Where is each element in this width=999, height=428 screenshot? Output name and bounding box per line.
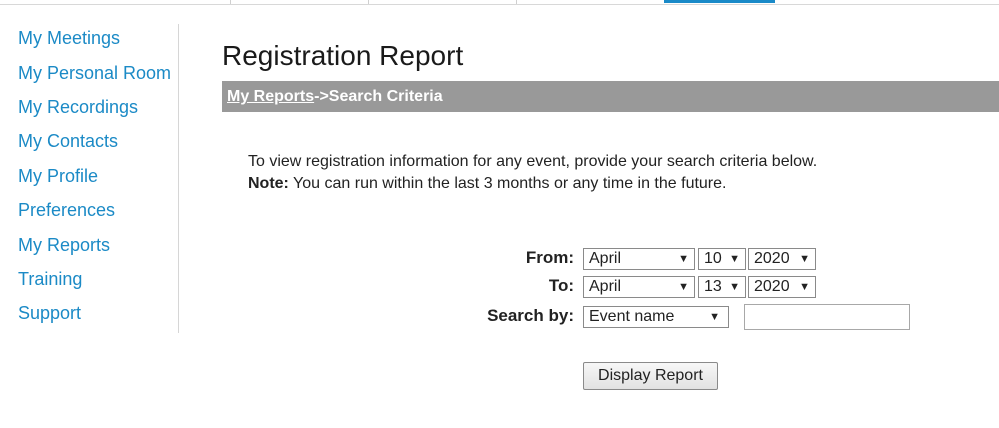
sidebar-item-support[interactable]: Support xyxy=(18,303,81,324)
display-report-button[interactable]: Display Report xyxy=(583,362,718,390)
breadcrumb-link-my-reports[interactable]: My Reports xyxy=(227,88,314,105)
from-month-value: April xyxy=(589,250,622,267)
sidebar-nav: My Meetings My Personal Room My Recordin… xyxy=(0,24,179,333)
breadcrumb-separator: -> xyxy=(314,88,329,105)
from-label: From: xyxy=(525,248,574,267)
sidebar-item-my-profile[interactable]: My Profile xyxy=(18,166,98,187)
page-title: Registration Report xyxy=(222,40,464,71)
from-day-select[interactable]: 10 ▼ xyxy=(698,248,746,270)
dropdown-arrow-icon: ▼ xyxy=(799,253,810,265)
sidebar-item-my-reports[interactable]: My Reports xyxy=(18,235,110,256)
to-month-value: April xyxy=(589,278,622,295)
to-year-select[interactable]: 2020 ▼ xyxy=(748,276,816,298)
sidebar-item-my-recordings[interactable]: My Recordings xyxy=(18,97,138,118)
dropdown-arrow-icon: ▼ xyxy=(678,281,689,293)
note-text: You can run within the last 3 months or … xyxy=(288,175,727,192)
tab-divider xyxy=(230,0,231,4)
intro-text: To view registration information for any… xyxy=(248,151,817,195)
breadcrumb: My Reports->Search Criteria xyxy=(222,81,999,112)
sidebar-item-preferences[interactable]: Preferences xyxy=(18,200,115,221)
top-tab-strip xyxy=(0,0,999,5)
note-line: Note: You can run within the last 3 mont… xyxy=(248,173,817,195)
dropdown-arrow-icon: ▼ xyxy=(709,311,720,323)
sidebar-item-my-personal-room[interactable]: My Personal Room xyxy=(18,63,171,84)
intro-line: To view registration information for any… xyxy=(248,153,818,170)
search-by-label: Search by: xyxy=(487,306,574,325)
from-month-select[interactable]: April ▼ xyxy=(583,248,695,270)
breadcrumb-current: Search Criteria xyxy=(328,88,443,105)
tab-divider xyxy=(516,0,517,4)
to-label: To: xyxy=(548,276,574,295)
note-label: Note: xyxy=(248,175,289,192)
tab-divider xyxy=(368,0,369,4)
active-tab-indicator[interactable] xyxy=(664,0,775,3)
dropdown-arrow-icon: ▼ xyxy=(678,253,689,265)
to-year-value: 2020 xyxy=(754,278,790,295)
to-day-select[interactable]: 13 ▼ xyxy=(698,276,746,298)
dropdown-arrow-icon: ▼ xyxy=(729,281,740,293)
search-value-input[interactable] xyxy=(744,304,910,330)
sidebar-item-my-meetings[interactable]: My Meetings xyxy=(18,28,120,49)
sidebar-item-training[interactable]: Training xyxy=(18,269,82,290)
sidebar-item-my-contacts[interactable]: My Contacts xyxy=(18,131,118,152)
dropdown-arrow-icon: ▼ xyxy=(799,281,810,293)
from-day-value: 10 xyxy=(704,250,722,267)
to-day-value: 13 xyxy=(704,278,722,295)
dropdown-arrow-icon: ▼ xyxy=(729,253,740,265)
search-by-select[interactable]: Event name ▼ xyxy=(583,306,729,328)
from-year-select[interactable]: 2020 ▼ xyxy=(748,248,816,270)
from-year-value: 2020 xyxy=(754,250,790,267)
to-month-select[interactable]: April ▼ xyxy=(583,276,695,298)
search-by-value: Event name xyxy=(589,308,675,325)
